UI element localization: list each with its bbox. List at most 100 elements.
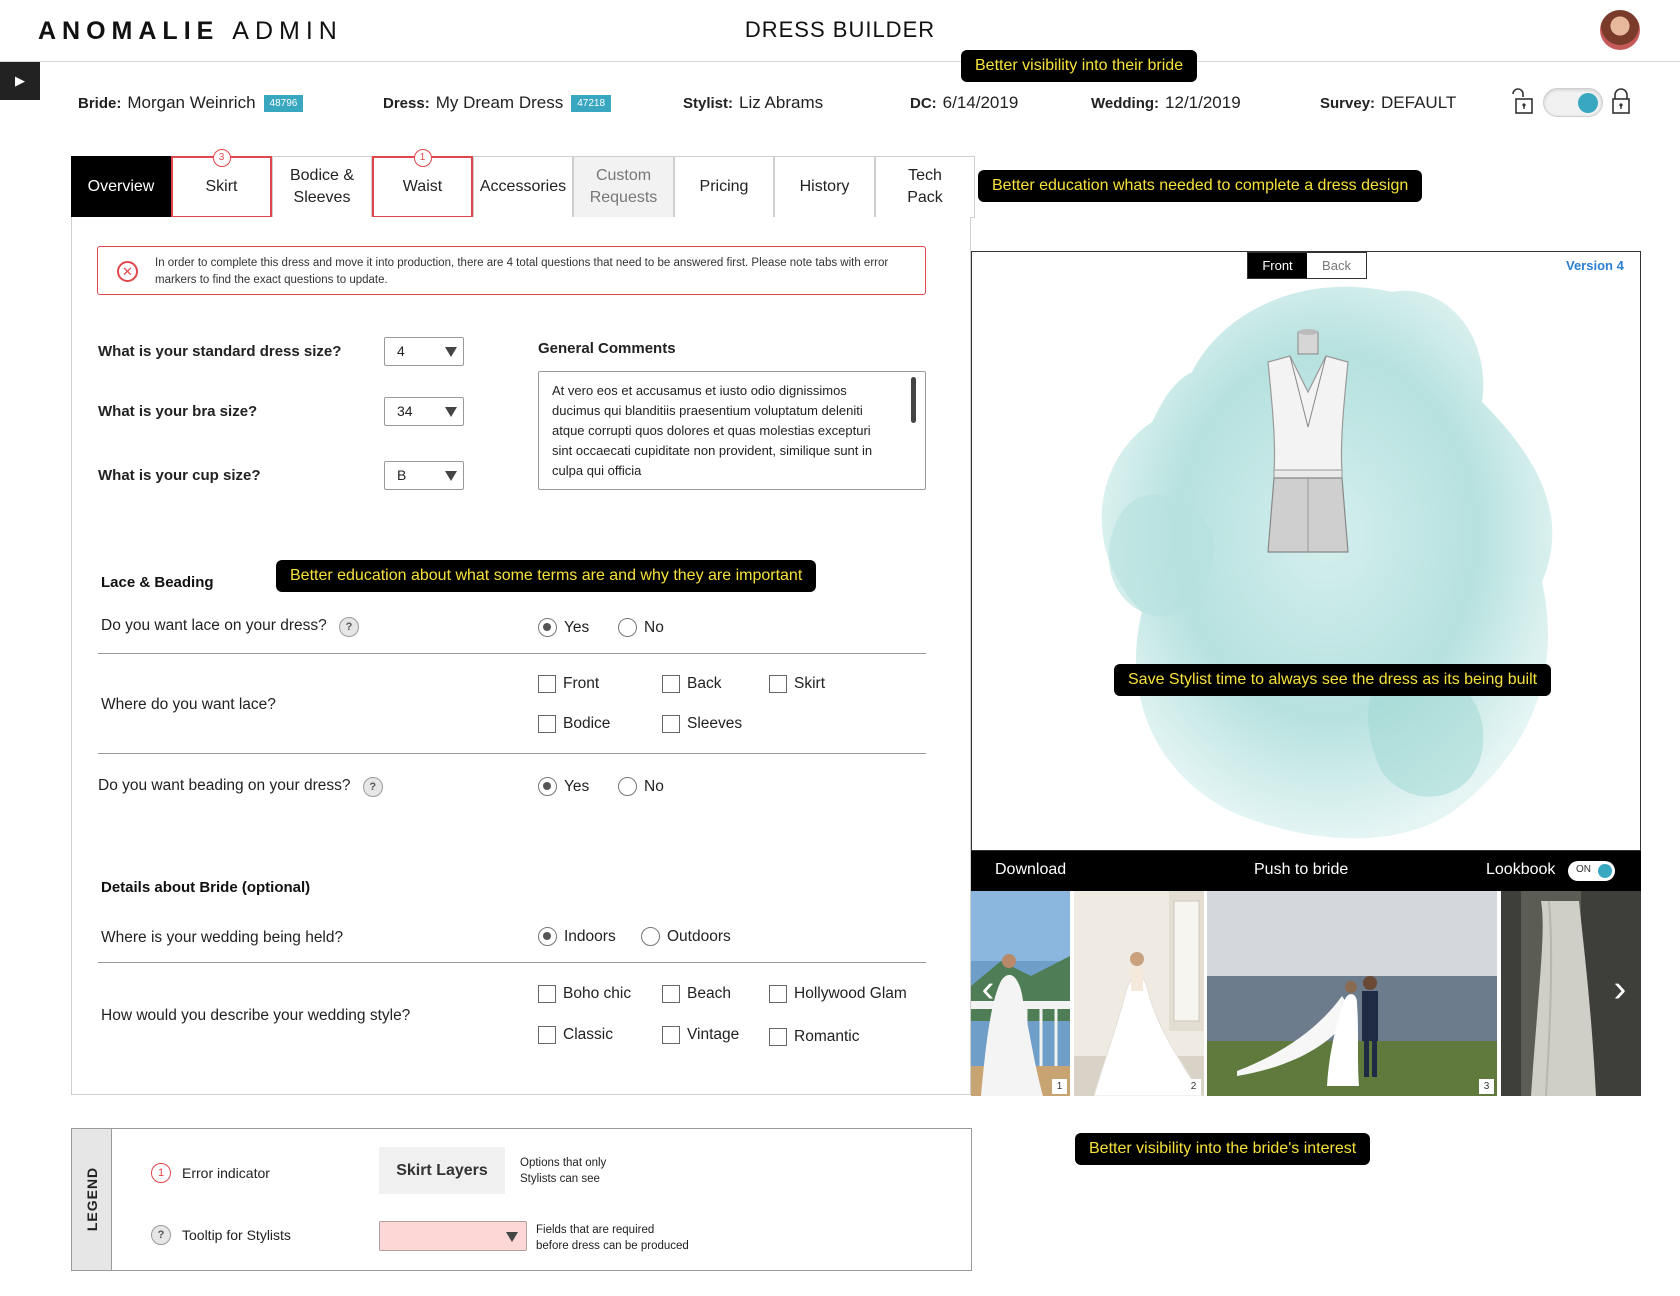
cup-size-label: What is your cup size? bbox=[98, 467, 261, 484]
style-vintage-checkbox[interactable]: Vintage bbox=[662, 1026, 739, 1044]
legend-required-text: Fields that are required before dress can… bbox=[536, 1222, 689, 1254]
tab-label: Bodice & Sleeves bbox=[289, 167, 355, 206]
lock-icon[interactable] bbox=[1610, 88, 1632, 116]
dress-id-badge[interactable]: 47218 bbox=[571, 95, 612, 112]
bra-size-label: What is your bra size? bbox=[98, 403, 258, 420]
checkbox-icon bbox=[538, 1026, 556, 1044]
checkbox-icon bbox=[769, 985, 787, 1003]
view-toggle: Front Back bbox=[1247, 252, 1367, 279]
dropdown-arrow-icon bbox=[445, 407, 457, 417]
venue-outdoors-radio[interactable]: Outdoors bbox=[641, 927, 731, 946]
tab-overview[interactable]: Overview bbox=[71, 156, 171, 218]
logo-brand: ANOMALIE bbox=[38, 17, 220, 45]
app-logo[interactable]: ANOMALIE ADMIN bbox=[38, 17, 343, 46]
option-label: No bbox=[644, 777, 664, 795]
toggle-knob bbox=[1598, 864, 1612, 878]
gallery-photo[interactable]: 3 bbox=[1207, 891, 1497, 1096]
back-view-button[interactable]: Back bbox=[1307, 253, 1366, 278]
toggle-knob bbox=[1578, 93, 1598, 113]
stylist-label: Stylist: bbox=[683, 95, 734, 112]
legend-panel: LEGEND 1 Error indicator ? Tooltip for S… bbox=[71, 1128, 972, 1271]
download-button[interactable]: Download bbox=[995, 861, 1066, 879]
tab-bar: Overview 3 Skirt Bodice & Sleeves 1 Waist … bbox=[71, 149, 975, 218]
option-label: Beach bbox=[687, 985, 731, 1002]
gallery-next-button[interactable]: › bbox=[1607, 969, 1633, 1009]
callout-education-terms: Better education about what some terms a… bbox=[276, 560, 817, 592]
legend-error-label: Error indicator bbox=[182, 1165, 270, 1181]
push-to-bride-button[interactable]: Push to bride bbox=[1254, 861, 1348, 879]
tab-waist[interactable]: 1 Waist bbox=[372, 149, 473, 218]
style-classic-checkbox[interactable]: Classic bbox=[538, 1026, 613, 1044]
venue-question: Where is your wedding being held? bbox=[101, 929, 344, 946]
lock-toggle[interactable] bbox=[1543, 88, 1603, 117]
survey-info: Survey: DEFAULT bbox=[1320, 93, 1456, 113]
lace-skirt-checkbox[interactable]: Skirt bbox=[769, 675, 825, 693]
legend-text-line: Options that only bbox=[520, 1157, 607, 1169]
divider bbox=[98, 653, 926, 654]
divider bbox=[98, 753, 926, 754]
lookbook-toggle[interactable]: ON bbox=[1568, 861, 1615, 881]
style-hollywood-glam-checkbox[interactable]: Hollywood Glam bbox=[769, 985, 907, 1003]
beading-yes-radio[interactable]: Yes bbox=[538, 777, 589, 796]
dropdown-arrow-icon bbox=[445, 347, 457, 357]
lace-front-checkbox[interactable]: Front bbox=[538, 675, 599, 693]
textarea-scrollbar[interactable] bbox=[911, 377, 916, 423]
tab-skirt[interactable]: 3 Skirt bbox=[171, 149, 272, 218]
checkbox-icon bbox=[662, 985, 680, 1003]
lace-yes-radio[interactable]: Yes bbox=[538, 618, 589, 637]
style-beach-checkbox[interactable]: Beach bbox=[662, 985, 731, 1003]
venue-indoors-radio[interactable]: Indoors bbox=[538, 927, 616, 946]
version-link[interactable]: Version 4 bbox=[1566, 258, 1624, 273]
bride-id-badge[interactable]: 48796 bbox=[263, 95, 304, 112]
general-comments-textarea[interactable]: At vero eos et accusamus et iusto odio d… bbox=[538, 371, 926, 490]
select-value: 34 bbox=[397, 403, 413, 419]
checkbox-icon bbox=[662, 1026, 680, 1044]
radio-icon bbox=[618, 777, 637, 796]
radio-icon bbox=[641, 927, 660, 946]
user-avatar[interactable] bbox=[1600, 10, 1640, 50]
tab-accessories[interactable]: Accessories bbox=[473, 156, 573, 218]
dress-name: My Dream Dress bbox=[435, 93, 564, 112]
checkbox-icon bbox=[662, 675, 680, 693]
help-icon[interactable]: ? bbox=[339, 617, 360, 637]
legend-text-line: Fields that are required bbox=[536, 1224, 655, 1236]
tab-tech-pack[interactable]: Tech Pack bbox=[875, 156, 975, 218]
tab-pricing[interactable]: Pricing bbox=[674, 156, 774, 218]
lace-no-radio[interactable]: No bbox=[618, 618, 664, 637]
tab-label: Custom Requests bbox=[589, 167, 658, 206]
tab-label: Waist bbox=[402, 178, 443, 196]
gallery-prev-button[interactable]: ‹ bbox=[975, 969, 1001, 1009]
bra-size-select[interactable]: 34 bbox=[384, 397, 464, 426]
photo-number: 3 bbox=[1479, 1079, 1494, 1094]
unlock-icon[interactable] bbox=[1510, 88, 1536, 116]
gallery-photo[interactable]: 2 bbox=[1074, 891, 1204, 1096]
lace-sleeves-checkbox[interactable]: Sleeves bbox=[662, 715, 742, 733]
beading-no-radio[interactable]: No bbox=[618, 777, 664, 796]
expand-sidebar-button[interactable]: ▶ bbox=[0, 62, 40, 100]
legend-sidebar: LEGEND bbox=[72, 1129, 112, 1270]
stylist-name: Liz Abrams bbox=[739, 93, 824, 112]
error-count-badge: 3 bbox=[212, 149, 231, 167]
help-icon[interactable]: ? bbox=[362, 777, 383, 797]
logo-admin: ADMIN bbox=[232, 17, 343, 45]
tab-history[interactable]: History bbox=[774, 156, 875, 218]
lace-back-checkbox[interactable]: Back bbox=[662, 675, 721, 693]
option-label: Boho chic bbox=[563, 985, 632, 1002]
style-boho-chic-checkbox[interactable]: Boho chic bbox=[538, 985, 631, 1003]
tab-bodice-sleeves[interactable]: Bodice & Sleeves bbox=[272, 156, 372, 218]
radio-selected-icon bbox=[538, 927, 557, 946]
style-romantic-checkbox[interactable]: Romantic bbox=[769, 1028, 859, 1046]
cup-size-select[interactable]: B bbox=[384, 461, 464, 490]
dress-size-select[interactable]: 4 bbox=[384, 337, 464, 366]
lace-beading-section-title: Lace & Beading bbox=[101, 574, 214, 591]
lace-location-question: Where do you want lace? bbox=[101, 696, 276, 713]
option-label: No bbox=[644, 618, 664, 636]
bride-label: Bride: bbox=[78, 95, 122, 112]
tab-custom-requests[interactable]: Custom Requests bbox=[573, 156, 674, 218]
play-icon: ▶ bbox=[15, 73, 25, 88]
tab-label: Skirt bbox=[205, 178, 238, 196]
front-view-button[interactable]: Front bbox=[1248, 253, 1307, 278]
lace-bodice-checkbox[interactable]: Bodice bbox=[538, 715, 610, 733]
option-label: Back bbox=[687, 675, 722, 692]
survey-value: DEFAULT bbox=[1381, 93, 1457, 112]
